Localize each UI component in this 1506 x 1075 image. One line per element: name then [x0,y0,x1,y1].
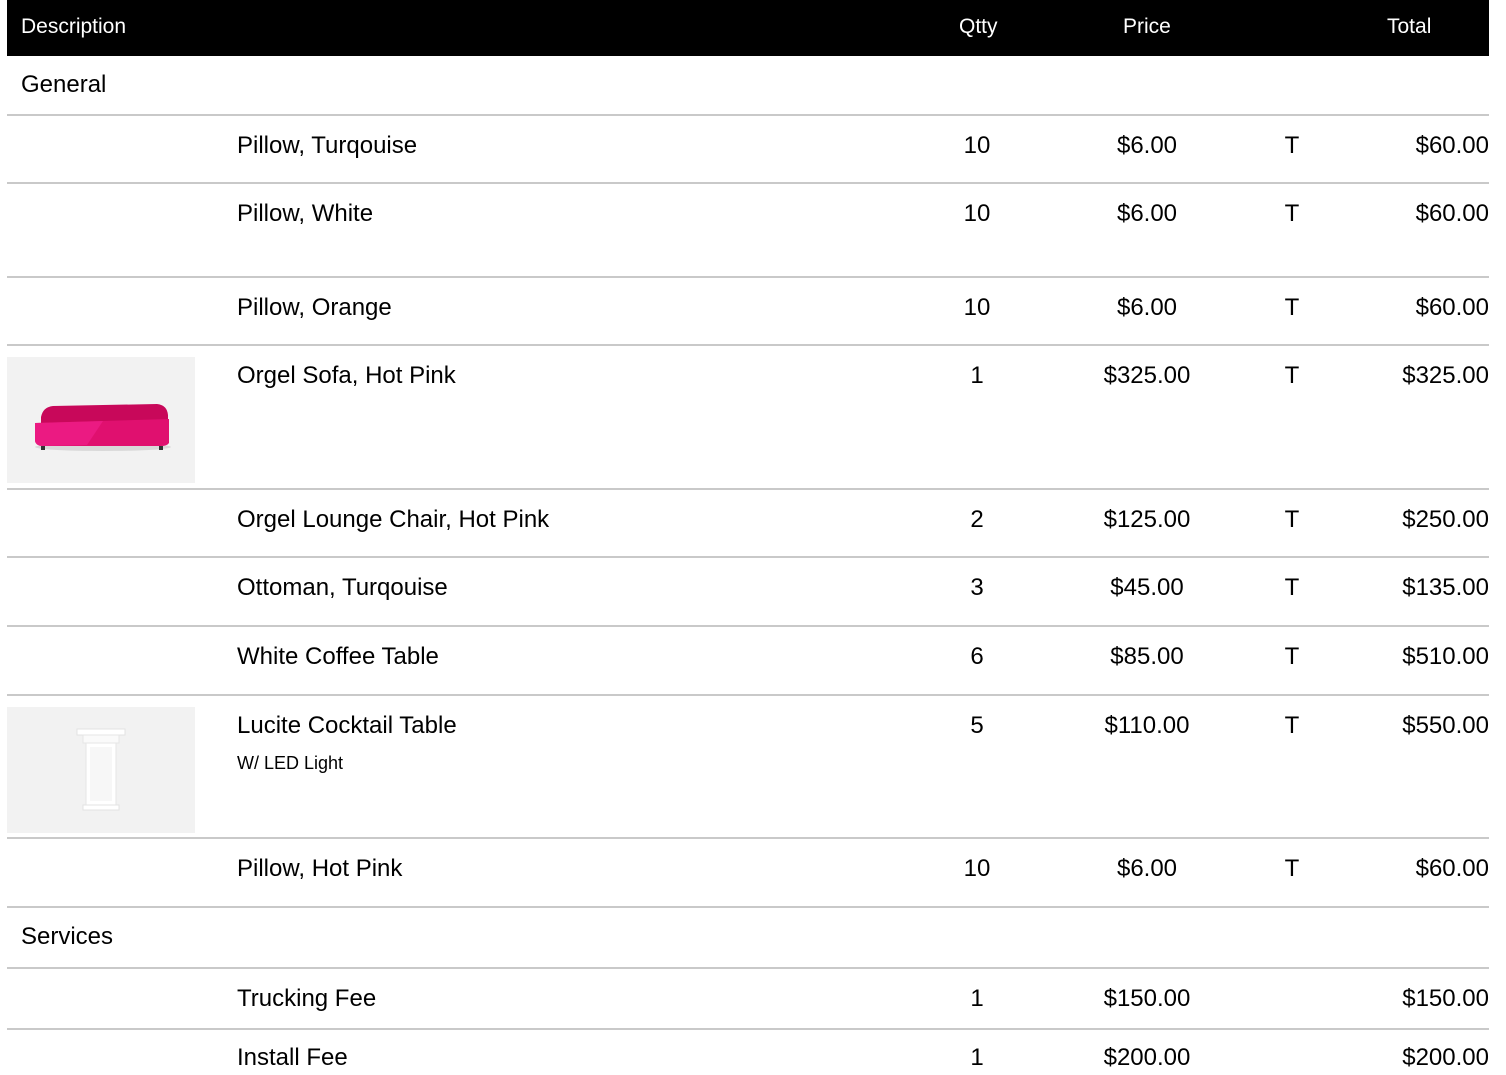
table-row[interactable]: Pillow, Hot Pink 10 $6.00 T $60.00 [7,839,1489,908]
item-tax: T [1284,132,1300,159]
item-qty: 10 [963,294,991,321]
item-price: $6.00 [1116,200,1178,227]
header-price: Price [1123,15,1171,38]
table-row[interactable]: Trucking Fee 1 $150.00 $150.00 [7,969,1489,1030]
item-qty: 5 [970,712,984,739]
item-total: $60.00 [1415,294,1489,321]
section-title: Services [21,923,114,950]
section-title: General [21,71,107,98]
item-qty: 2 [970,506,984,533]
item-price: $125.00 [1103,506,1191,533]
header-description: Description [21,15,127,38]
item-total: $135.00 [1402,574,1489,601]
table-row[interactable]: Ottoman, Turqouise 3 $45.00 T $135.00 [7,558,1489,627]
item-price: $6.00 [1116,132,1178,159]
header-qty: Qtty [959,15,998,38]
item-description: Pillow, Orange [237,294,392,321]
item-price: $45.00 [1110,574,1184,601]
item-total: $60.00 [1415,855,1489,882]
item-description: Install Fee [237,1044,348,1071]
item-total: $150.00 [1402,985,1489,1012]
hot-pink-sofa-photo [7,357,195,483]
item-description: White Coffee Table [237,643,439,670]
table-row[interactable]: White Coffee Table 6 $85.00 T $510.00 [7,627,1489,696]
table-row[interactable]: Orgel Lounge Chair, Hot Pink 2 $125.00 T… [7,490,1489,558]
section-header-general: General [7,56,1489,116]
item-total: $325.00 [1402,362,1489,389]
item-price: $325.00 [1103,362,1191,389]
item-qty: 3 [970,574,984,601]
table-row[interactable]: Pillow, Orange 10 $6.00 T $60.00 [7,278,1489,346]
item-price: $110.00 [1104,712,1190,739]
item-total: $60.00 [1415,132,1489,159]
item-price: $150.00 [1103,985,1191,1012]
item-description: Lucite Cocktail Table [237,712,457,739]
item-price: $85.00 [1110,643,1184,670]
item-price: $6.00 [1116,855,1178,882]
white-cocktail-table-photo [7,707,195,833]
item-qty: 10 [963,200,991,227]
item-qty: 1 [970,1044,984,1071]
item-qty: 10 [963,132,991,159]
item-tax: T [1284,200,1300,227]
table-row[interactable]: Install Fee 1 $200.00 $200.00 [7,1030,1489,1075]
item-qty: 6 [970,643,984,670]
item-tax: T [1284,294,1300,321]
table-row[interactable]: Pillow, White 10 $6.00 T $60.00 [7,184,1489,278]
item-total: $550.00 [1402,712,1489,739]
item-tax: T [1284,643,1300,670]
item-description: Orgel Sofa, Hot Pink [237,362,456,389]
section-header-services: Services [7,908,1489,969]
item-total: $200.00 [1402,1044,1489,1071]
header-total: Total [1387,15,1432,38]
item-qty: 1 [970,362,984,389]
item-price: $200.00 [1103,1044,1191,1071]
item-tax: T [1284,712,1300,739]
item-qty: 10 [963,855,991,882]
item-tax: T [1284,855,1300,882]
item-total: $250.00 [1402,506,1489,533]
item-tax: T [1284,362,1300,389]
item-description: Pillow, Hot Pink [237,855,403,882]
table-row[interactable]: Orgel Sofa, Hot Pink 1 $325.00 T $325.00 [7,346,1489,490]
item-description: Pillow, White [237,200,374,227]
item-note: W/ LED Light [237,753,344,773]
item-tax: T [1284,506,1300,533]
item-total: $510.00 [1402,643,1489,670]
table-row[interactable]: Lucite Cocktail Table W/ LED Light 5 $11… [7,696,1489,839]
item-qty: 1 [970,985,984,1012]
item-description: Pillow, Turqouise [237,132,418,159]
table-header: Description Qtty Price Total [7,0,1489,56]
item-description: Trucking Fee [237,985,377,1012]
item-total: $60.00 [1415,200,1489,227]
table-row[interactable]: Pillow, Turqouise 10 $6.00 T $60.00 [7,116,1489,184]
item-price: $6.00 [1116,294,1178,321]
item-description: Orgel Lounge Chair, Hot Pink [237,506,550,533]
item-tax: T [1284,574,1300,601]
item-description: Ottoman, Turqouise [237,574,448,601]
